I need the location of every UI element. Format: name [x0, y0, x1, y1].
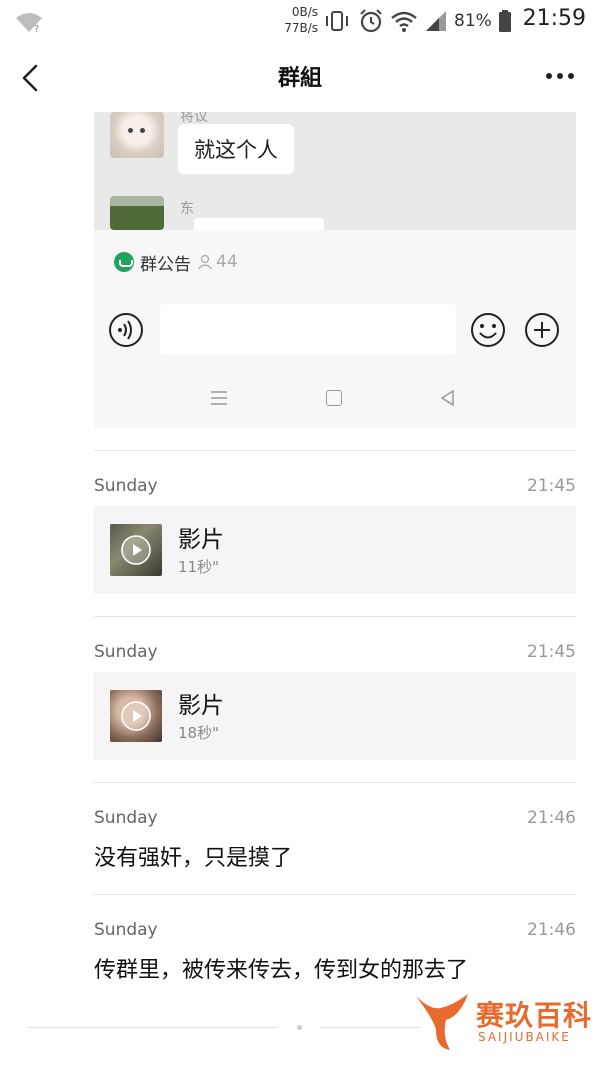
page-title: 群組 — [277, 66, 322, 91]
signal-icon — [426, 11, 446, 31]
voice-icon — [109, 313, 143, 347]
video-thumbnail — [110, 690, 162, 742]
whale-tail-logo-icon — [416, 994, 468, 1050]
footer-divider — [28, 1027, 278, 1028]
wifi-icon — [391, 11, 417, 32]
network-speed: 0B/s 77B/s — [266, 4, 318, 36]
embedded-chat-area: 将议 就这个人 东 — [94, 112, 576, 232]
home-icon — [326, 390, 342, 406]
status-bar: ? 0B/s 77B/s 81% 21:59 — [0, 0, 600, 44]
svg-text:?: ? — [34, 24, 39, 34]
embedded-screenshot: 将议 就这个人 东 群公告 44 — [94, 112, 576, 428]
battery-percent: 81% — [454, 11, 492, 31]
notice-label: 群公告 — [140, 254, 191, 275]
emoji-icon — [471, 313, 505, 347]
notice-icon — [114, 252, 134, 272]
watermark-text: 赛玖百科 — [476, 999, 593, 1032]
video-title: 影片 — [178, 693, 224, 719]
message-time: 21:46 — [527, 808, 576, 828]
message-day: Sunday — [94, 642, 158, 662]
watermark-subtext: SAIJIUBAIKE — [478, 1030, 571, 1044]
divider — [94, 450, 576, 451]
divider — [94, 782, 576, 783]
text-message: 没有强奸，只是摸了 — [94, 846, 293, 871]
message-input — [160, 304, 456, 354]
message-time: 21:46 — [527, 920, 576, 940]
play-icon — [121, 535, 151, 565]
message-day: Sunday — [94, 476, 158, 496]
net-down: 0B/s — [291, 5, 318, 19]
play-icon — [121, 701, 151, 731]
more-options-button[interactable] — [544, 66, 576, 86]
video-message[interactable]: 影片 11秒" — [94, 506, 576, 594]
avatar-tree — [110, 196, 164, 230]
divider — [94, 894, 576, 895]
message-day: Sunday — [94, 920, 158, 940]
member-count: 44 — [197, 252, 238, 272]
text-message: 传群里，被传来传去，传到女的那去了 — [94, 958, 469, 983]
person-icon — [197, 254, 213, 270]
embedded-input-area: 群公告 44 — [94, 230, 576, 428]
alarm-icon — [360, 9, 382, 33]
footer-dot — [297, 1025, 302, 1030]
status-icons: 81% — [322, 6, 512, 36]
app-header: 群組 — [0, 44, 600, 112]
net-up: 77B/s — [284, 21, 318, 35]
message-time: 21:45 — [527, 476, 576, 496]
sender-name: 东 — [180, 201, 194, 217]
video-duration: 11秒" — [178, 558, 219, 576]
member-count-value: 44 — [216, 252, 238, 272]
video-duration: 18秒" — [178, 724, 219, 742]
chat-bubble: 就这个人 — [178, 124, 294, 174]
video-message[interactable]: 影片 18秒" — [94, 672, 576, 760]
group-notice-chip: 群公告 44 — [114, 246, 238, 278]
plus-icon — [525, 313, 559, 347]
avatar-cat — [110, 112, 164, 158]
divider — [94, 616, 576, 617]
wifi-question-icon: ? — [16, 13, 42, 34]
footer-divider — [320, 1027, 420, 1028]
message-day: Sunday — [94, 808, 158, 828]
video-thumbnail — [110, 524, 162, 576]
watermark: 赛玖百科 SAIJIUBAIKE — [412, 990, 592, 1056]
video-title: 影片 — [178, 527, 224, 553]
back-triangle-icon — [440, 389, 454, 407]
clock: 21:59 — [522, 6, 586, 31]
menu-icon — [211, 391, 227, 405]
message-time: 21:45 — [527, 642, 576, 662]
vibrate-icon — [326, 11, 348, 31]
battery-icon — [498, 10, 511, 32]
